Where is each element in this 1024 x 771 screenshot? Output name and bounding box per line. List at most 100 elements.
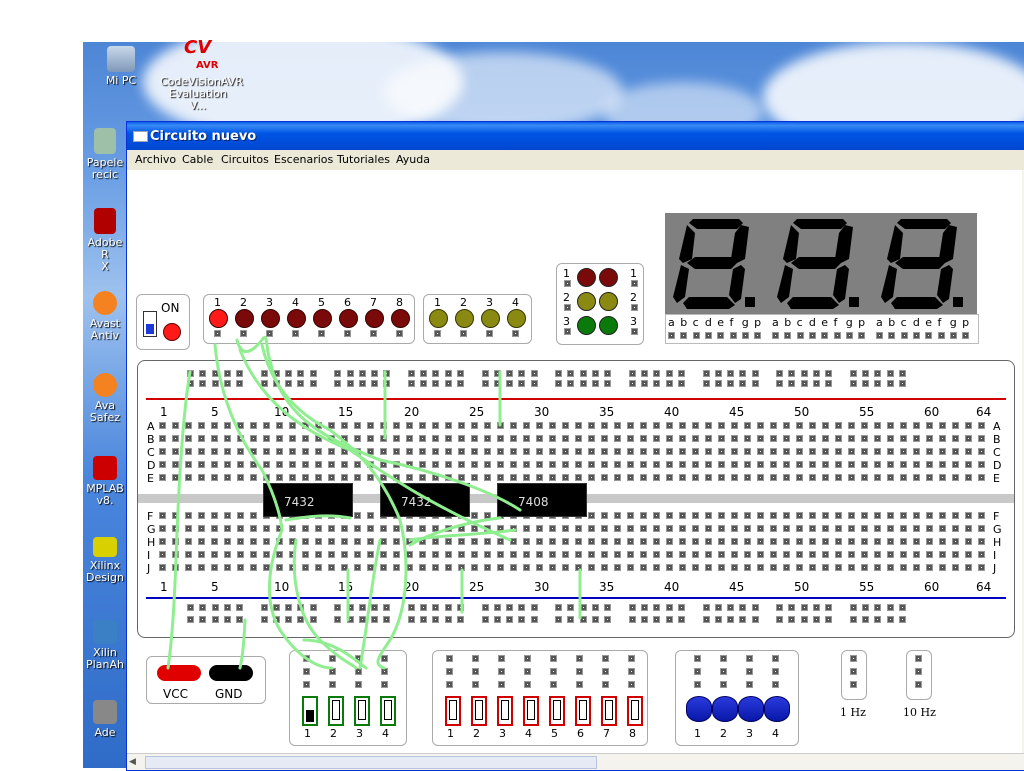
- hole[interactable]: [952, 435, 959, 442]
- hole[interactable]: [224, 538, 231, 545]
- hole[interactable]: [692, 474, 699, 481]
- hole[interactable]: [471, 512, 478, 519]
- hole[interactable]: [497, 461, 504, 468]
- hole[interactable]: [432, 422, 439, 429]
- hole[interactable]: [665, 370, 673, 377]
- hole[interactable]: [978, 551, 985, 558]
- hole[interactable]: [549, 564, 556, 571]
- hole[interactable]: [744, 551, 751, 558]
- hole[interactable]: [913, 551, 920, 558]
- hole[interactable]: [185, 448, 192, 455]
- hole[interactable]: [900, 538, 907, 545]
- hole[interactable]: [224, 551, 231, 558]
- hole[interactable]: [471, 422, 478, 429]
- hole[interactable]: [199, 380, 207, 387]
- hole[interactable]: [458, 551, 465, 558]
- hole[interactable]: [965, 461, 972, 468]
- hole[interactable]: [978, 461, 985, 468]
- hole[interactable]: [665, 616, 673, 623]
- hole[interactable]: [302, 422, 309, 429]
- hole[interactable]: [289, 551, 296, 558]
- hole[interactable]: [536, 448, 543, 455]
- hole[interactable]: [211, 448, 218, 455]
- hole[interactable]: [965, 525, 972, 532]
- hole[interactable]: [588, 525, 595, 532]
- hole[interactable]: [913, 435, 920, 442]
- hole[interactable]: [562, 525, 569, 532]
- hole[interactable]: [627, 435, 634, 442]
- hole[interactable]: [809, 448, 816, 455]
- hole[interactable]: [822, 474, 829, 481]
- hole[interactable]: [731, 512, 738, 519]
- hole[interactable]: [484, 435, 491, 442]
- hole[interactable]: [550, 655, 557, 662]
- hole[interactable]: [702, 616, 710, 623]
- hole[interactable]: [850, 681, 857, 688]
- hole[interactable]: [393, 448, 400, 455]
- scroll-left-arrow[interactable]: ◀: [129, 756, 141, 767]
- hole[interactable]: [627, 512, 634, 519]
- hole[interactable]: [393, 538, 400, 545]
- hole[interactable]: [898, 370, 906, 377]
- hole[interactable]: [809, 551, 816, 558]
- hole[interactable]: [665, 380, 673, 387]
- hole[interactable]: [211, 380, 219, 387]
- hole[interactable]: [567, 604, 575, 611]
- hole[interactable]: [692, 538, 699, 545]
- hole[interactable]: [812, 604, 820, 611]
- hole[interactable]: [419, 474, 426, 481]
- hole[interactable]: [757, 512, 764, 519]
- hole[interactable]: [380, 422, 387, 429]
- hole[interactable]: [406, 564, 413, 571]
- red-switch-3[interactable]: [497, 696, 513, 726]
- hole[interactable]: [757, 435, 764, 442]
- hole[interactable]: [484, 538, 491, 545]
- hole[interactable]: [679, 551, 686, 558]
- hole[interactable]: [406, 474, 413, 481]
- hole[interactable]: [822, 461, 829, 468]
- hole[interactable]: [822, 564, 829, 571]
- hole[interactable]: [315, 538, 322, 545]
- hole[interactable]: [604, 380, 612, 387]
- hole[interactable]: [187, 370, 194, 377]
- hole[interactable]: [185, 422, 192, 429]
- hole[interactable]: [939, 538, 946, 545]
- hole[interactable]: [627, 538, 634, 545]
- hole[interactable]: [772, 655, 779, 662]
- hole[interactable]: [329, 668, 336, 675]
- hole[interactable]: [406, 448, 413, 455]
- hole[interactable]: [172, 448, 179, 455]
- hole[interactable]: [302, 551, 309, 558]
- hole[interactable]: [694, 668, 701, 675]
- hole[interactable]: [367, 422, 374, 429]
- hole[interactable]: [159, 525, 166, 532]
- hole[interactable]: [289, 435, 296, 442]
- avast-icon-item[interactable]: Avast Antiv: [83, 291, 127, 342]
- hole[interactable]: [458, 474, 465, 481]
- hole[interactable]: [952, 538, 959, 545]
- hole[interactable]: [731, 461, 738, 468]
- hole[interactable]: [835, 525, 842, 532]
- hole[interactable]: [784, 332, 792, 339]
- hole[interactable]: [550, 681, 557, 688]
- hole[interactable]: [952, 461, 959, 468]
- hole[interactable]: [297, 380, 305, 387]
- hole[interactable]: [900, 461, 907, 468]
- hole[interactable]: [965, 448, 972, 455]
- hole[interactable]: [198, 448, 205, 455]
- hole[interactable]: [524, 655, 531, 662]
- hole[interactable]: [371, 616, 379, 623]
- hole[interactable]: [276, 461, 283, 468]
- hole[interactable]: [848, 448, 855, 455]
- hole[interactable]: [224, 435, 231, 442]
- hole[interactable]: [224, 448, 231, 455]
- hole[interactable]: [497, 551, 504, 558]
- hole[interactable]: [757, 538, 764, 545]
- hole[interactable]: [302, 474, 309, 481]
- hole[interactable]: [900, 422, 907, 429]
- hole[interactable]: [862, 370, 870, 377]
- hole[interactable]: [432, 474, 439, 481]
- hole[interactable]: [913, 422, 920, 429]
- chip-7432-b[interactable]: 7432: [380, 483, 470, 517]
- hole[interactable]: [677, 370, 685, 377]
